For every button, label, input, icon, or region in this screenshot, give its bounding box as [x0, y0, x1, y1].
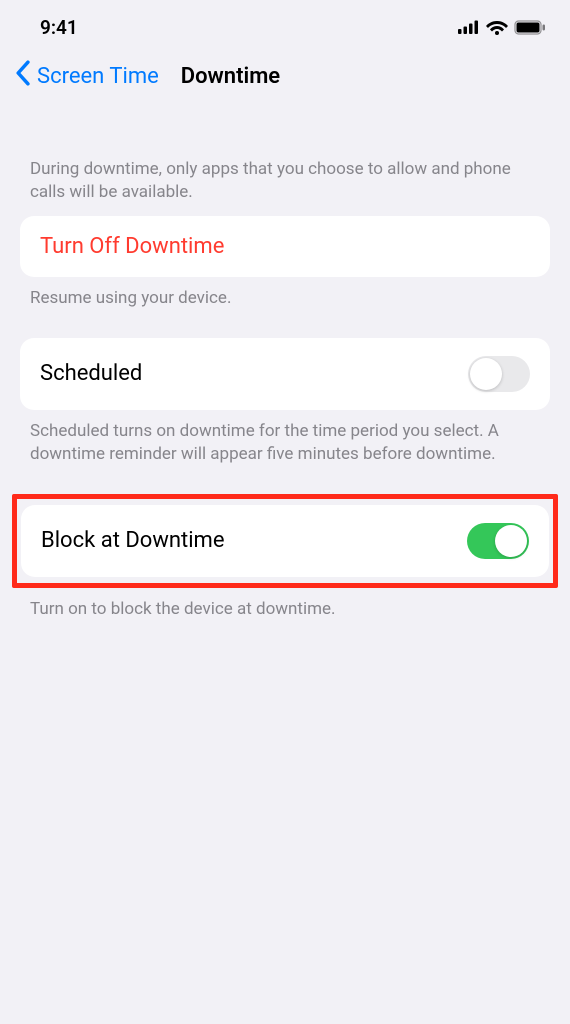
scheduled-row: Scheduled	[20, 338, 550, 410]
intro-description: During downtime, only apps that you choo…	[0, 158, 570, 204]
status-time: 9:41	[40, 16, 78, 39]
cellular-signal-icon	[458, 20, 480, 34]
block-at-downtime-label: Block at Downtime	[41, 528, 225, 553]
scheduled-label: Scheduled	[40, 361, 142, 386]
turn-off-downtime-label: Turn Off Downtime	[40, 234, 224, 259]
battery-icon	[514, 20, 546, 35]
scheduled-subtext: Scheduled turns on downtime for the time…	[0, 420, 570, 466]
chevron-left-icon[interactable]	[14, 60, 31, 92]
highlight-frame: Block at Downtime	[12, 494, 558, 588]
block-at-downtime-toggle[interactable]	[467, 523, 529, 559]
status-icons	[458, 19, 546, 35]
block-subtext: Turn on to block the device at downtime.	[0, 598, 570, 621]
toggle-knob	[495, 525, 527, 557]
turn-off-downtime-button[interactable]: Turn Off Downtime	[20, 216, 550, 277]
toggle-knob	[470, 358, 502, 390]
status-bar: 9:41	[0, 0, 570, 50]
back-button-label[interactable]: Screen Time	[37, 64, 159, 89]
nav-header: Screen Time Downtime	[0, 50, 570, 106]
wifi-icon	[486, 19, 508, 35]
turn-off-subtext: Resume using your device.	[0, 287, 570, 310]
scheduled-toggle[interactable]	[468, 356, 530, 392]
page-title: Downtime	[181, 64, 280, 89]
block-at-downtime-row: Block at Downtime	[21, 505, 549, 577]
